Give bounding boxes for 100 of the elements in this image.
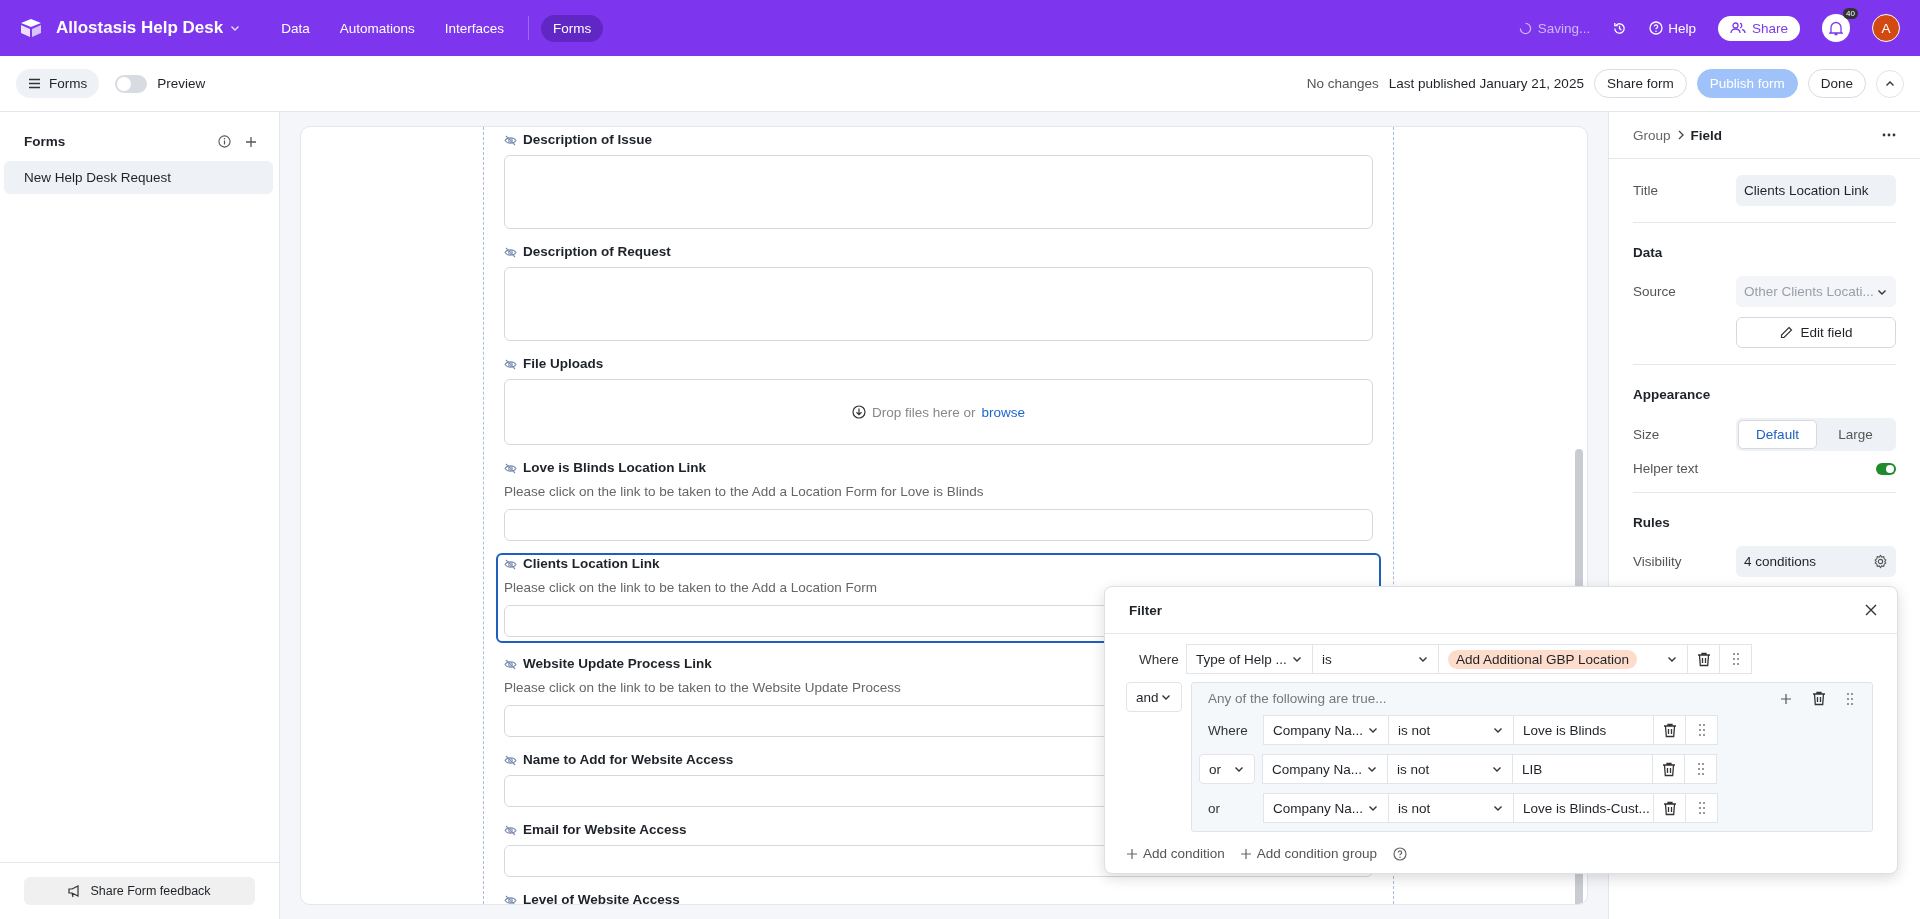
nav-tab[interactable]: Interfaces (432, 14, 517, 42)
appearance-heading: Appearance (1633, 386, 1712, 404)
preview-toggle[interactable] (115, 74, 148, 93)
field-select[interactable]: Company Na... (1263, 793, 1389, 823)
drag-handle-icon (1696, 762, 1705, 776)
browse-link[interactable]: browse (981, 404, 1026, 420)
operator-select[interactable]: is (1312, 644, 1439, 674)
drag-handle[interactable] (1685, 793, 1718, 823)
cube-logo-icon (20, 18, 42, 38)
sidebar-item[interactable]: New Help Desk Request (4, 161, 273, 194)
size-option[interactable]: Default (1738, 420, 1817, 449)
app-name-menu[interactable]: Allostasis Help Desk (56, 18, 242, 38)
edit-field-button[interactable]: Edit field (1736, 317, 1896, 348)
drag-handle-icon (1846, 691, 1854, 706)
delete-button[interactable] (1687, 644, 1720, 674)
sidebar-title: Forms (24, 134, 67, 149)
delete-button[interactable] (1653, 715, 1686, 745)
hidden-eye-icon (504, 246, 517, 258)
value-select[interactable]: Add Additional GBP Location (1438, 644, 1688, 674)
menu-icon (28, 78, 41, 89)
trash-icon (1812, 691, 1826, 706)
nav-tab[interactable]: Forms (541, 14, 604, 42)
saving-status: Saving... (1537, 20, 1591, 36)
notifications-button[interactable] (1822, 14, 1850, 42)
bell-icon (1829, 20, 1843, 36)
field-label: Website Update Process Link (523, 655, 712, 673)
drag-handle-icon (1697, 723, 1706, 737)
field-select[interactable]: Type of Help ... (1186, 644, 1313, 674)
field-label: Clients Location Link (523, 555, 660, 573)
conjunction-select[interactable]: and (1126, 682, 1182, 712)
preview-label: Preview (157, 76, 206, 91)
download-circle-icon (851, 405, 866, 419)
field-helper-text: Please click on the link to be taken to the Add a Location Form (504, 579, 877, 597)
help-icon (1649, 21, 1664, 35)
nav-tab[interactable]: Automations (327, 14, 427, 42)
drag-handle-icon (1697, 801, 1706, 815)
drag-handle[interactable] (1684, 754, 1717, 784)
field-label: Level of Website Access (523, 891, 680, 904)
trash-icon (1661, 761, 1676, 777)
close-icon[interactable] (1865, 604, 1877, 616)
info-icon[interactable] (218, 135, 231, 148)
textarea-input[interactable] (504, 267, 1373, 341)
user-avatar[interactable]: A (1872, 14, 1900, 42)
operator-select[interactable]: is not (1387, 754, 1513, 784)
breadcrumb-group[interactable]: Group (1633, 127, 1671, 143)
settings-icon (1873, 554, 1888, 569)
delete-button[interactable] (1652, 754, 1685, 784)
source-label: Source (1633, 284, 1677, 299)
value-tag: Add Additional GBP Location (1448, 649, 1638, 669)
drag-handle-icon (1731, 652, 1740, 666)
more-icon[interactable] (1882, 133, 1896, 137)
spinner-icon (1518, 21, 1532, 35)
field-helper-text: Please click on the link to be taken to the Website Update Process (504, 679, 901, 697)
help-icon[interactable] (1392, 846, 1407, 861)
field-select[interactable]: Company Na... (1263, 715, 1389, 745)
textarea-input[interactable] (504, 155, 1373, 229)
history-icon[interactable] (1612, 20, 1628, 36)
helper-text-toggle[interactable] (1876, 462, 1896, 475)
add-icon[interactable] (245, 135, 257, 148)
size-option[interactable]: Large (1817, 420, 1894, 449)
title-input[interactable]: Clients Location Link (1736, 175, 1896, 206)
conjunction-label: Where (1207, 722, 1249, 738)
drag-handle[interactable] (1685, 715, 1718, 745)
operator-select[interactable]: is not (1388, 793, 1514, 823)
hidden-eye-icon (504, 754, 517, 766)
hidden-eye-icon (504, 558, 517, 570)
file-drop-zone[interactable]: Drop files here or browse (504, 379, 1373, 445)
toolbar-button[interactable]: Share form (1593, 69, 1687, 98)
hidden-eye-icon (504, 134, 517, 146)
nav-tab[interactable]: Data (269, 14, 322, 42)
value-input[interactable]: LIB (1512, 754, 1653, 784)
field-label: Description of Request (523, 243, 671, 261)
add-condition-button[interactable]: Add condition (1127, 846, 1225, 861)
field-label: Description of Issue (523, 131, 653, 149)
pencil-icon (1779, 326, 1793, 339)
help-button[interactable]: Help (1649, 20, 1696, 36)
filter-title: Filter (1129, 602, 1162, 618)
plus-icon (1240, 848, 1251, 859)
breadcrumb-field: Field (1690, 127, 1723, 143)
drag-handle[interactable] (1719, 644, 1752, 674)
operator-select[interactable]: is not (1388, 715, 1514, 745)
text-input[interactable] (504, 509, 1373, 541)
field-select[interactable]: Company Na... (1262, 754, 1388, 784)
share-feedback-button[interactable]: Share Form feedback (24, 877, 255, 905)
add-icon[interactable] (1780, 692, 1792, 705)
toolbar-button[interactable]: Done (1807, 69, 1866, 98)
conjunction-select[interactable]: or (1199, 754, 1255, 784)
share-button[interactable]: Share (1717, 15, 1800, 41)
helper-text-label: Helper text (1633, 461, 1700, 476)
field-label: Email for Website Access (523, 821, 687, 839)
forms-menu-button[interactable]: Forms (16, 69, 100, 98)
add-condition-group-button[interactable]: Add condition group (1240, 846, 1377, 861)
value-input[interactable]: Love is Blinds (1513, 715, 1654, 745)
hidden-eye-icon (504, 358, 517, 370)
field-label: Love is Blinds Location Link (523, 459, 707, 477)
chevron-right-icon (1676, 130, 1685, 140)
visibility-conditions[interactable]: 4 conditions (1736, 546, 1896, 577)
delete-button[interactable] (1653, 793, 1686, 823)
plus-icon (1127, 848, 1137, 859)
value-input[interactable]: Love is Blinds-Cust... (1513, 793, 1654, 823)
